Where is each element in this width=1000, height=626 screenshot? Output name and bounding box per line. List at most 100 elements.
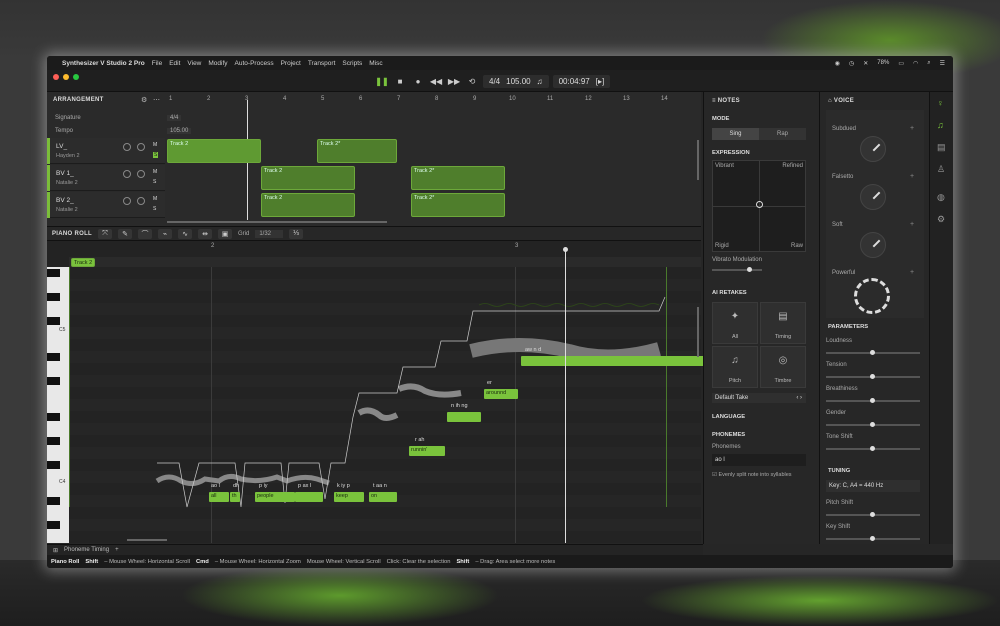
record-icon[interactable]: ◉: [835, 60, 840, 67]
pitch-shift-slider[interactable]: [826, 512, 920, 517]
expression-handle[interactable]: [756, 201, 763, 208]
menu-misc[interactable]: Misc: [369, 60, 382, 67]
split-checkbox[interactable]: ☑ Evenly split note into syllables: [712, 472, 792, 478]
rewind-icon[interactable]: ◀◀: [429, 75, 443, 87]
note[interactable]: th: [230, 492, 240, 502]
powerful-dial[interactable]: [854, 278, 890, 314]
close-icon[interactable]: [53, 74, 59, 80]
search-icon[interactable]: ⌕: [927, 60, 930, 67]
breathiness-slider[interactable]: [826, 398, 920, 403]
phonemes-input[interactable]: ao l: [712, 454, 806, 466]
signature-value[interactable]: 4/4: [167, 115, 182, 121]
clock-icon[interactable]: ◷: [849, 60, 854, 67]
piano-roll-playhead[interactable]: [565, 249, 566, 543]
knife-tool-icon[interactable]: ⌁: [158, 228, 172, 239]
retake-timing-button[interactable]: ▤ Timing: [760, 302, 806, 344]
notes-music-icon[interactable]: ♫: [937, 120, 944, 130]
note[interactable]: runnin': [409, 446, 445, 456]
arrangement-vscroll[interactable]: [697, 140, 699, 180]
track-lv[interactable]: LV_ Hayden 2 M S: [47, 138, 165, 164]
clip-bv1-1[interactable]: Track 2: [261, 166, 355, 190]
key-select[interactable]: Key: C, A4 = 440 Hz: [826, 480, 920, 492]
metronome-icon[interactable]: ♫: [537, 77, 543, 86]
clip-bv2-2[interactable]: Track 2*: [411, 193, 505, 217]
triplet-icon[interactable]: ⅓: [289, 228, 304, 239]
arrangement-scrollbar[interactable]: [167, 221, 387, 223]
piano-roll-ruler[interactable]: 2 3: [69, 243, 701, 253]
note[interactable]: on: [369, 492, 397, 502]
app-menu[interactable]: Synthesizer V Studio 2 Pro: [62, 60, 145, 67]
follow-icon[interactable]: [▸]: [596, 77, 604, 86]
rap-button[interactable]: Rap: [759, 128, 806, 140]
loudness-slider[interactable]: [826, 350, 920, 355]
pan-knob[interactable]: [123, 197, 131, 205]
volume-knob[interactable]: [137, 197, 145, 205]
clip-bv1-2[interactable]: Track 2*: [411, 166, 505, 190]
note[interactable]: people: [255, 492, 295, 502]
control-icon[interactable]: ☰: [940, 60, 945, 67]
clip-lv-1[interactable]: Track 2: [167, 139, 261, 163]
pause-icon[interactable]: ❚❚: [375, 75, 389, 87]
falsetto-dial[interactable]: [860, 184, 886, 210]
track-bv2[interactable]: BV 2_ Natalie 2 M S: [47, 192, 165, 218]
arrangement-ruler[interactable]: 1 2 3 4 5 6 7 8 9 10 11 12 13 14: [165, 96, 701, 106]
battery-icon[interactable]: ▭: [898, 60, 904, 67]
render-icon[interactable]: ◍: [937, 192, 945, 203]
retake-all-button[interactable]: ✦ All: [712, 302, 758, 344]
piano-keys[interactable]: C5 C4: [47, 267, 69, 543]
tempo-display[interactable]: 4/4 105.00 ♫: [483, 74, 549, 88]
loop-icon[interactable]: ⟲: [465, 75, 479, 87]
tempo-marker[interactable]: 105.00: [167, 128, 192, 134]
menu-edit[interactable]: Edit: [169, 60, 180, 67]
gender-slider[interactable]: [826, 422, 920, 427]
solo-button[interactable]: S: [153, 152, 159, 158]
note[interactable]: [521, 356, 713, 366]
menu-modify[interactable]: Modify: [208, 60, 227, 67]
expression-pad[interactable]: Vibrant Refined Rigid Raw: [712, 160, 806, 252]
tools-icon[interactable]: ✕: [863, 60, 868, 67]
menu-transport[interactable]: Transport: [308, 60, 336, 67]
stop-icon[interactable]: ■: [393, 75, 407, 87]
default-take-select[interactable]: Default Take ‹ ›: [712, 393, 806, 403]
pan-knob[interactable]: [123, 143, 131, 151]
note[interactable]: keep: [334, 492, 364, 502]
clip-bv2-1[interactable]: Track 2: [261, 193, 355, 217]
note[interactable]: arounnd: [484, 389, 518, 399]
mute-button[interactable]: M: [153, 169, 157, 175]
volume-knob[interactable]: [137, 170, 145, 178]
person-icon[interactable]: ♙: [937, 164, 945, 175]
tension-slider[interactable]: [826, 374, 920, 379]
retake-pitch-button[interactable]: ♫ Pitch: [712, 346, 758, 388]
phoneme-timing-tab[interactable]: Phoneme Timing: [64, 547, 109, 553]
snap-icon[interactable]: ⇹: [198, 228, 212, 239]
solo-button[interactable]: S: [153, 206, 156, 212]
fast-forward-icon[interactable]: ▶▶: [447, 75, 461, 87]
retake-timbre-button[interactable]: ◎ Timbre: [760, 346, 806, 388]
select-tool-icon[interactable]: ⤧: [98, 228, 112, 239]
note[interactable]: [295, 492, 323, 502]
arrangement-settings-icon[interactable]: ⚙: [141, 96, 147, 104]
pen-tool-icon[interactable]: ✎: [118, 228, 132, 239]
library-icon[interactable]: ▤: [937, 142, 946, 153]
wifi-icon[interactable]: ◠: [913, 60, 918, 67]
add-icon[interactable]: +: [910, 125, 914, 132]
menu-view[interactable]: View: [187, 60, 201, 67]
sing-button[interactable]: Sing: [712, 128, 759, 140]
soft-dial[interactable]: [860, 232, 886, 258]
record-button-icon[interactable]: ●: [411, 75, 425, 87]
add-icon[interactable]: +: [910, 221, 914, 228]
volume-knob[interactable]: [137, 143, 145, 151]
grid-select[interactable]: 1/32: [255, 229, 284, 238]
subdued-dial[interactable]: [860, 136, 886, 162]
zoom-icon[interactable]: [73, 74, 79, 80]
pan-knob[interactable]: [123, 170, 131, 178]
menu-scripts[interactable]: Scripts: [342, 60, 362, 67]
piano-roll-clip-tab[interactable]: Track 2: [71, 258, 96, 267]
mute-button[interactable]: M: [153, 142, 157, 148]
menu-file[interactable]: File: [152, 60, 162, 67]
piano-roll-hscroll[interactable]: [127, 539, 167, 541]
pitch-curve-icon[interactable]: ∿: [178, 228, 192, 239]
settings-icon[interactable]: ⚙: [937, 214, 945, 225]
add-icon[interactable]: +: [910, 269, 914, 276]
vibrato-slider[interactable]: [712, 267, 762, 272]
